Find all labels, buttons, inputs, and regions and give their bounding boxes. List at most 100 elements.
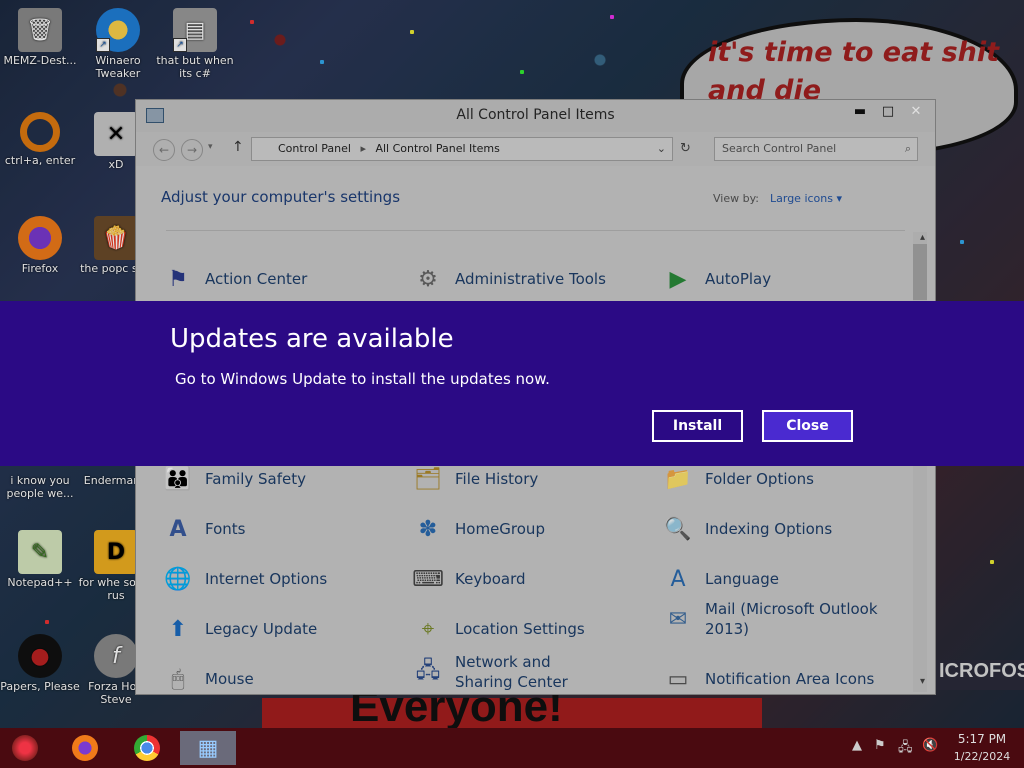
mouse-icon: 🖱: [171, 666, 185, 692]
desktop-icon-papers-please[interactable]: ● Papers, Please: [0, 634, 80, 693]
cp-item-mail[interactable]: ✉ Mail (Microsoft Outlook 2013): [661, 599, 891, 639]
confetti-dot: [990, 560, 994, 564]
view-by-dropdown[interactable]: Large icons ▾: [770, 192, 842, 205]
desktop-icon-label: Firefox: [21, 262, 59, 275]
desktop-icon-label: Winaero Tweaker: [95, 54, 141, 80]
autoplay-icon: ▶: [669, 266, 687, 292]
volume-muted-icon[interactable]: 🔇: [922, 738, 938, 753]
start-orb-icon[interactable]: [2, 731, 48, 765]
refresh-icon[interactable]: ↻: [680, 141, 691, 156]
desktop-icon-notepadpp[interactable]: ✎ Notepad++: [0, 530, 80, 589]
cp-item-language[interactable]: A Language: [661, 559, 779, 599]
notepadpp-icon: ✎: [18, 530, 62, 574]
desktop-icon-ctrl-a[interactable]: ctrl+a, enter: [0, 112, 80, 167]
flash-icon: f: [94, 634, 138, 678]
cp-item-fonts[interactable]: A Fonts: [161, 509, 245, 549]
confetti-dot: [960, 240, 964, 244]
papers-please-icon: ●: [18, 634, 62, 678]
up-button[interactable]: ↑: [232, 139, 244, 155]
cp-item-network[interactable]: 🖧 Network and Sharing Center: [411, 649, 611, 694]
cp-item-indexing-options[interactable]: 🔍 Indexing Options: [661, 509, 832, 549]
back-button[interactable]: ←: [153, 139, 175, 161]
maximize-button[interactable]: □: [873, 102, 903, 122]
cp-item-legacy-update[interactable]: ⬆ Legacy Update: [161, 609, 317, 649]
scroll-up-icon[interactable]: ▴: [920, 232, 925, 243]
page-heading: Adjust your computer's settings: [161, 188, 401, 206]
mail-icon: ✉: [668, 606, 688, 632]
desktop-icon-label: Papers, Please: [0, 680, 80, 693]
tray-expand-icon[interactable]: ▲: [852, 738, 862, 753]
desktop-icon-label: ctrl+a, enter: [4, 154, 76, 167]
confetti-dot: [610, 15, 614, 19]
cp-item-autoplay[interactable]: ▶ AutoPlay: [661, 259, 772, 299]
network-tray-icon[interactable]: 🖧: [898, 738, 913, 760]
location-icon: ⌖: [421, 616, 435, 642]
desktop-icon-label: i know you people we...: [6, 474, 74, 500]
cp-item-mouse[interactable]: 🖱 Mouse: [161, 659, 253, 699]
keyboard-icon: ⌨: [412, 566, 444, 592]
ring-icon: [20, 112, 60, 152]
desktop-icon-memz[interactable]: 🗑 MEMZ-Dest...: [0, 8, 80, 67]
pdf-icon: D: [94, 530, 138, 574]
cp-item-notification-area[interactable]: ▭ Notification Area Icons: [661, 659, 875, 699]
install-button[interactable]: Install: [652, 410, 743, 442]
family-safety-icon: 👪: [164, 466, 192, 492]
window-titlebar[interactable]: All Control Panel Items ▬ □ ✕: [136, 100, 935, 132]
homegroup-icon: ✽: [418, 516, 438, 542]
breadcrumb-control-panel[interactable]: Control Panel: [278, 142, 351, 155]
firefox-icon: [18, 216, 62, 260]
cp-item-location-settings[interactable]: ⌖ Location Settings: [411, 609, 585, 649]
divider: [166, 230, 905, 231]
popcorn-icon: 🍿: [94, 216, 138, 260]
legacy-update-icon: ⬆: [168, 616, 188, 642]
cp-item-action-center[interactable]: ⚑ Action Center: [161, 259, 307, 299]
control-panel-taskbar-button[interactable]: ▦: [180, 731, 236, 765]
confetti-dot: [410, 30, 414, 34]
chrome-icon[interactable]: [124, 731, 170, 765]
indexing-icon: 🔍: [664, 516, 692, 542]
banner-message: Go to Windows Update to install the upda…: [175, 370, 550, 388]
cp-item-keyboard[interactable]: ⌨ Keyboard: [411, 559, 525, 599]
desktop-icon-label: MEMZ-Dest...: [3, 54, 77, 67]
clock-time[interactable]: 5:17 PM: [950, 732, 1014, 746]
language-icon: A: [670, 566, 686, 592]
cp-item-homegroup[interactable]: ✽ HomeGroup: [411, 509, 545, 549]
fonts-icon: A: [169, 516, 187, 542]
close-button[interactable]: Close: [762, 410, 853, 442]
confetti-dot: [520, 70, 524, 74]
cp-item-internet-options[interactable]: 🌐 Internet Options: [161, 559, 327, 599]
address-bar[interactable]: Control Panel ▸ All Control Panel Items …: [251, 137, 673, 161]
history-dropdown-icon[interactable]: ▾: [208, 142, 213, 152]
flag-icon: ⚑: [168, 266, 188, 292]
scroll-down-icon[interactable]: ▾: [920, 676, 925, 687]
file-history-icon: 🗂: [414, 466, 442, 492]
update-banner: Updates are available Go to Windows Upda…: [0, 301, 1024, 466]
notification-icon: ▭: [667, 666, 689, 692]
address-dropdown-icon[interactable]: ⌄: [657, 138, 666, 160]
desktop-icon-csharp[interactable]: ▤ that but when its c# ↗: [155, 8, 235, 80]
action-center-flag-icon[interactable]: ⚑: [874, 738, 886, 753]
search-placeholder: Search Control Panel: [722, 142, 837, 155]
desktop-icon-winaero[interactable]: Winaero Tweaker ↗: [78, 8, 158, 80]
cp-item-administrative-tools[interactable]: ⚙ Administrative Tools: [411, 259, 606, 299]
search-input[interactable]: Search Control Panel ⌕: [714, 137, 918, 161]
clock-date[interactable]: 1/22/2024: [950, 750, 1014, 763]
right-poster-text: ICROFOS: [935, 660, 1024, 690]
shortcut-arrow-icon: ↗: [173, 38, 187, 52]
scrollbar-thumb[interactable]: [913, 244, 927, 300]
close-window-button[interactable]: ✕: [901, 102, 931, 122]
desktop-icon-i-know-you[interactable]: i know you people we...: [0, 474, 80, 500]
desktop-icon-label: that but when its c#: [156, 54, 234, 80]
breadcrumb-separator-icon: ▸: [360, 142, 366, 155]
confetti-dot: [250, 20, 254, 24]
confetti-dot: [45, 620, 49, 624]
desktop-icon-firefox[interactable]: Firefox: [0, 216, 80, 275]
window-title: All Control Panel Items: [456, 107, 615, 123]
desktop-icon-label: Notepad++: [7, 576, 73, 589]
banner-title: Updates are available: [170, 324, 454, 354]
minimize-button[interactable]: ▬: [845, 102, 875, 122]
forward-button[interactable]: →: [181, 139, 203, 161]
breadcrumb-all-items[interactable]: All Control Panel Items: [375, 142, 499, 155]
search-icon[interactable]: ⌕: [905, 138, 911, 160]
firefox-icon[interactable]: [62, 731, 108, 765]
